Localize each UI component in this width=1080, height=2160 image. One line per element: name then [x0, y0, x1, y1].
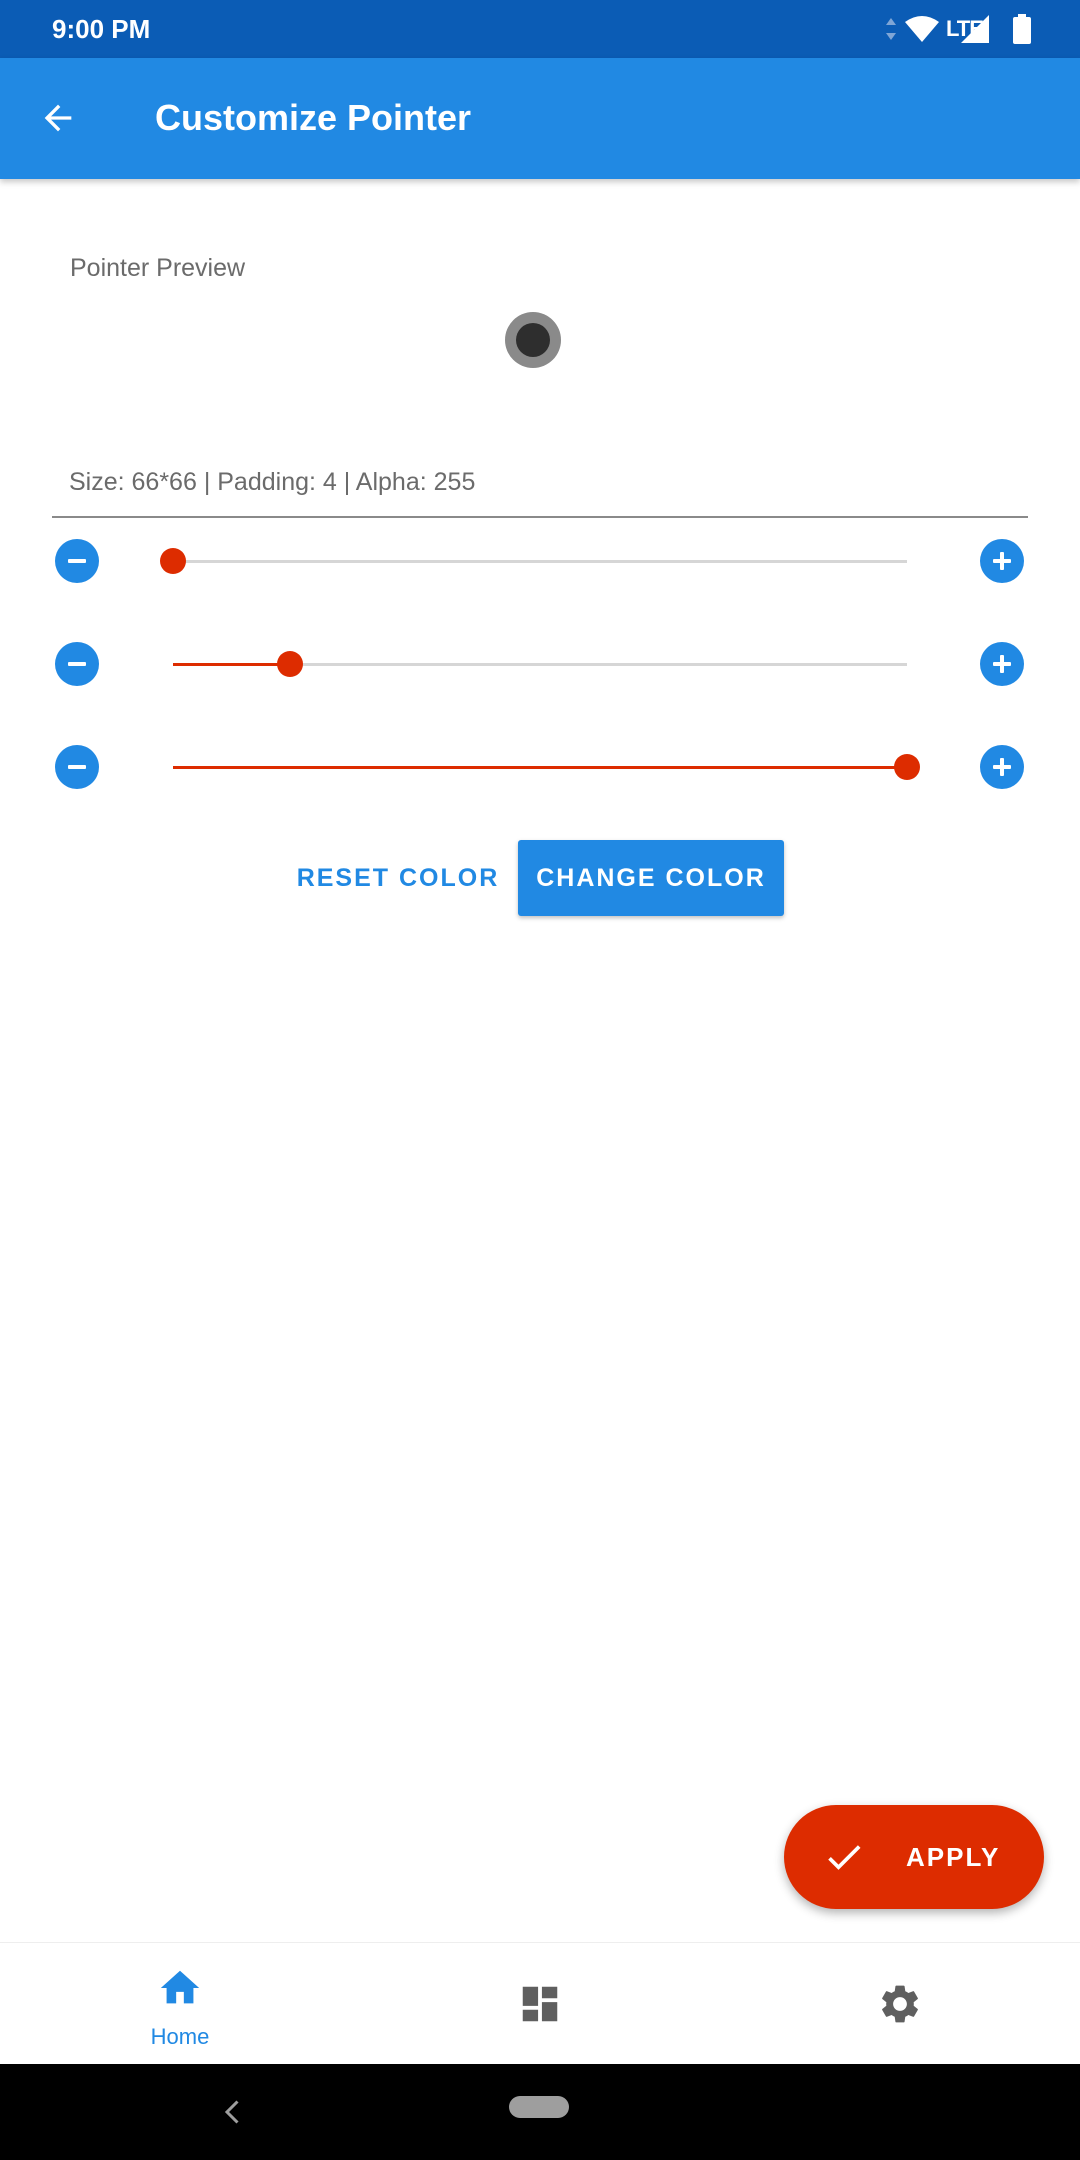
status-bar: 9:00 PM LTE — [0, 0, 1080, 58]
size-slider-thumb[interactable] — [160, 548, 186, 574]
network-type: LTE — [946, 16, 984, 41]
system-navigation-bar — [0, 2064, 1080, 2160]
page-title: Customize Pointer — [155, 97, 472, 138]
pointer-preview-dot — [516, 323, 550, 357]
alpha-decrease-button[interactable] — [55, 745, 99, 789]
status-icons: LTE — [884, 11, 1032, 47]
nav-item-settings[interactable] — [720, 1943, 1080, 2065]
plus-icon — [993, 758, 1011, 776]
reset-color-button[interactable]: RESET COLOR — [293, 840, 503, 916]
size-increase-button[interactable] — [980, 539, 1024, 583]
system-home-pill[interactable] — [509, 2096, 569, 2118]
size-decrease-button[interactable] — [55, 539, 99, 583]
padding-decrease-button[interactable] — [55, 642, 99, 686]
alpha-slider-thumb[interactable] — [894, 754, 920, 780]
change-color-button[interactable]: CHANGE COLOR — [518, 840, 784, 916]
apply-button-label: APPLY — [906, 1842, 1001, 1872]
cell-signal-group: LTE — [946, 14, 992, 44]
divider — [52, 516, 1028, 518]
check-icon — [828, 1845, 861, 1870]
apply-button[interactable]: APPLY — [784, 1805, 1044, 1909]
nav-item-home-label: Home — [150, 2024, 210, 2049]
size-slider-row — [0, 531, 1080, 591]
alpha-slider-fill — [173, 766, 907, 769]
pointer-preview-label: Pointer Preview — [70, 254, 246, 282]
alpha-slider[interactable] — [173, 754, 920, 780]
system-back-icon[interactable] — [215, 2094, 251, 2130]
padding-increase-button[interactable] — [980, 642, 1024, 686]
dashboard-icon — [522, 1986, 558, 2022]
data-arrows-icon — [886, 18, 896, 40]
nav-item-home[interactable]: Home — [0, 1943, 360, 2065]
padding-slider[interactable] — [173, 651, 907, 677]
padding-slider-thumb[interactable] — [277, 651, 304, 677]
alpha-increase-button[interactable] — [980, 745, 1024, 789]
size-slider[interactable] — [160, 548, 907, 574]
screen: 9:00 PM LTE Customize Pointer Pointer Pr… — [0, 0, 1080, 2160]
padding-slider-fill — [173, 663, 291, 666]
back-button[interactable] — [26, 86, 90, 150]
plus-icon — [993, 552, 1011, 570]
status-time: 9:00 PM — [52, 14, 151, 44]
home-icon — [160, 1970, 200, 2004]
padding-slider-row — [0, 634, 1080, 694]
arrow-back-icon — [44, 104, 72, 132]
minus-icon — [68, 559, 86, 563]
wifi-icon — [905, 16, 939, 42]
plus-icon — [993, 655, 1011, 673]
minus-icon — [68, 662, 86, 666]
bottom-navigation: Home — [0, 1942, 1080, 2065]
alpha-slider-row — [0, 737, 1080, 797]
settings-icon — [882, 1985, 918, 2023]
nav-item-dashboard[interactable] — [360, 1943, 720, 2065]
app-bar: Customize Pointer — [0, 58, 1080, 179]
minus-icon — [68, 765, 86, 769]
pointer-info-text: Size: 66*66 | Padding: 4 | Alpha: 255 — [69, 468, 476, 496]
battery-icon — [1013, 14, 1031, 44]
pointer-preview — [505, 312, 561, 368]
